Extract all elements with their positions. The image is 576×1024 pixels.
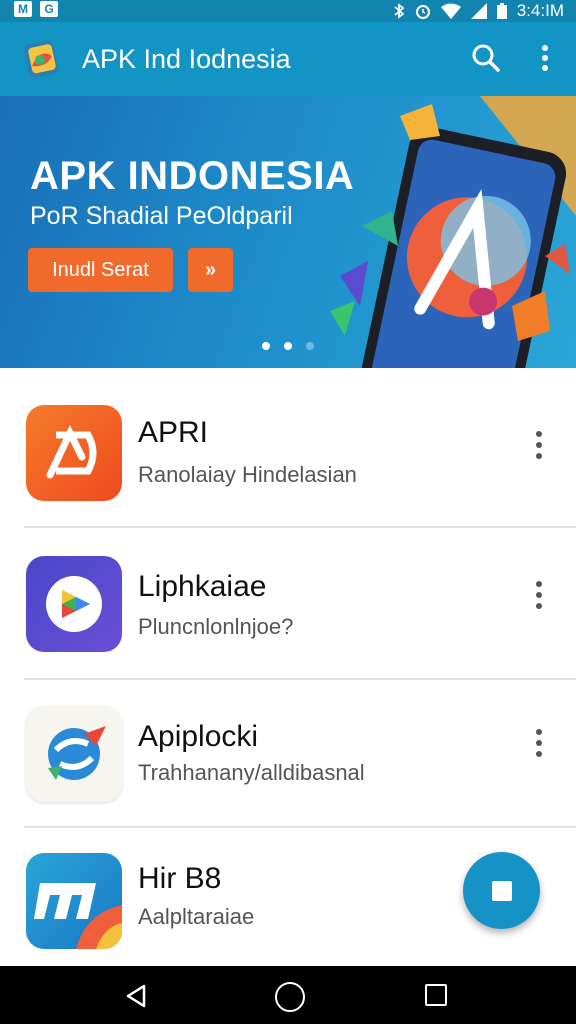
liphkaiae-app-icon xyxy=(46,576,102,632)
signal-icon xyxy=(470,3,487,19)
google-notification-icon: G xyxy=(40,1,58,17)
app-name: Hir B8 xyxy=(138,862,222,895)
app-icon xyxy=(26,556,122,652)
app-bar: APK Ind Iodnesia xyxy=(0,22,576,96)
page-dot[interactable] xyxy=(306,342,314,350)
apiplocki-app-icon xyxy=(48,726,106,780)
home-icon[interactable] xyxy=(275,982,305,1012)
battery-icon xyxy=(496,3,507,19)
app-subtitle: Trahhanany/alldibasnal xyxy=(138,760,365,785)
banner-primary-button[interactable]: Inudl Serat xyxy=(28,248,173,292)
app-subtitle: Aalpltaraiae xyxy=(138,904,255,929)
more-vert-icon[interactable] xyxy=(528,428,550,462)
apri-app-icon xyxy=(46,425,97,479)
page-dot-active[interactable] xyxy=(284,342,292,350)
app-name: Apiplocki xyxy=(138,720,259,753)
app-name: APRI xyxy=(138,416,209,449)
app-subtitle: Pluncnlonlnjoe? xyxy=(138,614,294,639)
app-logo-icon xyxy=(23,40,59,78)
gmail-notification-icon: M xyxy=(14,1,32,17)
recents-icon[interactable] xyxy=(425,984,447,1006)
promo-banner[interactable]: APK INDONESIA PoR Shadial PeOldparil Inu… xyxy=(0,96,576,368)
more-vert-icon[interactable] xyxy=(528,726,550,760)
banner-illustration xyxy=(330,96,576,368)
list-item[interactable]: Liphkaiae Pluncnlonlnjoe? xyxy=(0,528,576,678)
page-dot[interactable] xyxy=(262,342,270,350)
list-item[interactable]: APRI Ranolaiay Hindelasian xyxy=(0,370,576,520)
search-icon[interactable] xyxy=(468,40,504,76)
app-subtitle: Ranolaiay Hindelasian xyxy=(138,462,357,487)
alarm-icon xyxy=(415,5,430,19)
banner-title: APK INDONESIA xyxy=(30,154,355,198)
wifi-icon xyxy=(440,3,461,19)
status-time: 3:4:IM xyxy=(516,1,564,20)
floating-action-button[interactable] xyxy=(463,852,540,929)
page-indicator xyxy=(262,342,314,350)
list-item[interactable]: Apiplocki Trahhanany/alldibasnal xyxy=(0,680,576,830)
hirb8-app-icon xyxy=(34,883,122,949)
navigation-bar xyxy=(0,966,576,1024)
back-icon[interactable] xyxy=(122,982,150,1010)
app-name: Liphkaiae xyxy=(138,570,267,603)
bluetooth-icon xyxy=(394,3,405,19)
more-vert-icon[interactable] xyxy=(530,40,560,76)
stop-square-icon xyxy=(492,881,512,901)
app-icon xyxy=(26,853,122,949)
more-vert-icon[interactable] xyxy=(528,578,550,612)
status-bar: M G 3:4:IM xyxy=(0,0,576,22)
app-icon xyxy=(26,405,122,501)
banner-subtitle: PoR Shadial PeOldparil xyxy=(30,202,293,230)
banner-secondary-button[interactable]: » xyxy=(188,248,233,292)
app-title: APK Ind Iodnesia xyxy=(82,44,291,74)
app-icon xyxy=(26,706,122,802)
